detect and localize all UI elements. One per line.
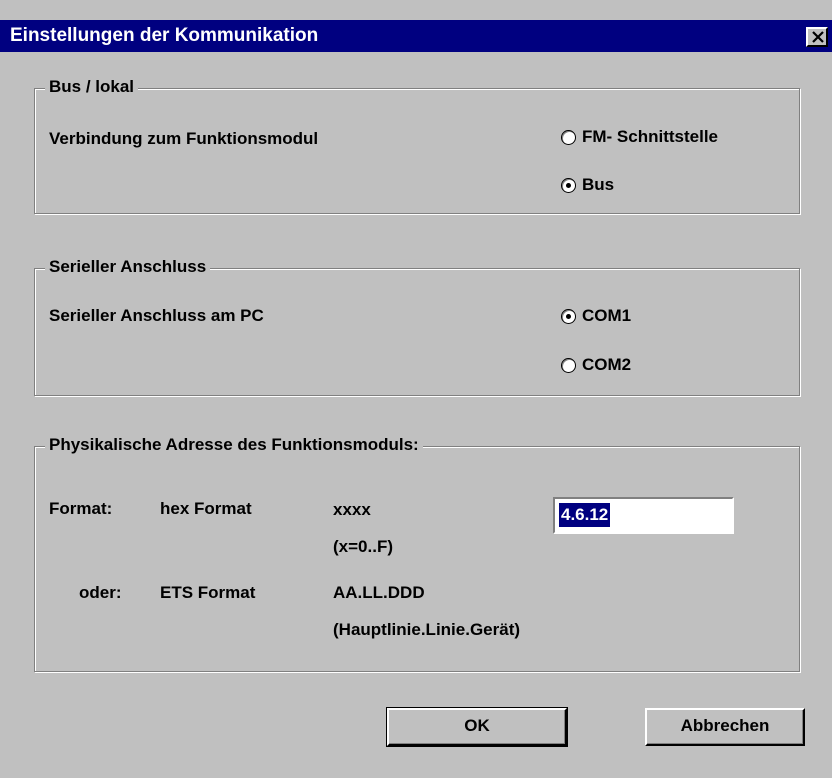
or-label: oder:: [79, 583, 122, 602]
bus-group-legend: Bus / lokal: [45, 75, 139, 99]
ets-format-label: ETS Format: [160, 583, 256, 602]
window-title: Einstellungen der Kommunikation: [10, 25, 319, 46]
radio-selected-dot: [566, 182, 571, 188]
bus-group: Bus / lokal Verbindung zum Funktionsmodu…: [34, 75, 800, 214]
close-icon: [812, 31, 824, 43]
serial-group-legend: Serieller Anschluss: [45, 255, 211, 279]
radio-bus[interactable]: Bus: [561, 173, 614, 197]
hex-format-label: hex Format: [160, 499, 252, 518]
serial-port-label: Serieller Anschluss am PC: [49, 306, 264, 325]
hex-range: (x=0..F): [333, 537, 393, 556]
radio-com2[interactable]: COM2: [561, 353, 631, 377]
serial-group: Serieller Anschluss Serieller Anschluss …: [34, 255, 800, 396]
ok-button[interactable]: OK: [386, 707, 568, 747]
radio-circle[interactable]: [561, 357, 576, 373]
radio-selected-dot: [566, 313, 571, 319]
radio-bus-label: Bus: [582, 175, 615, 194]
address-input[interactable]: 4.6.12: [553, 497, 734, 534]
radio-circle[interactable]: [561, 308, 576, 324]
address-input-value[interactable]: 4.6.12: [559, 503, 611, 527]
connection-label: Verbindung zum Funktionsmodul: [49, 129, 319, 148]
radio-fm-interface-label: FM- Schnittstelle: [582, 127, 719, 146]
radio-com1[interactable]: COM1: [561, 304, 631, 328]
format-label: Format:: [49, 499, 113, 518]
radio-circle[interactable]: [561, 129, 576, 145]
radio-fm-interface[interactable]: FM- Schnittstelle: [561, 125, 718, 149]
ets-pattern: AA.LL.DDD: [333, 583, 425, 602]
ets-description: (Hauptlinie.Linie.Gerät): [333, 620, 521, 639]
address-group-legend: Physikalische Adresse des Funktionsmodul…: [45, 433, 423, 457]
close-button[interactable]: [806, 27, 828, 47]
radio-circle[interactable]: [561, 177, 576, 193]
dialog-window: Einstellungen der Kommunikation Bus / lo…: [0, 0, 832, 778]
radio-com1-label: COM1: [582, 306, 632, 325]
cancel-button[interactable]: Abbrechen: [645, 708, 805, 746]
radio-com2-label: COM2: [582, 355, 632, 374]
hex-pattern: xxxx: [333, 500, 371, 519]
title-bar[interactable]: Einstellungen der Kommunikation: [0, 20, 832, 52]
